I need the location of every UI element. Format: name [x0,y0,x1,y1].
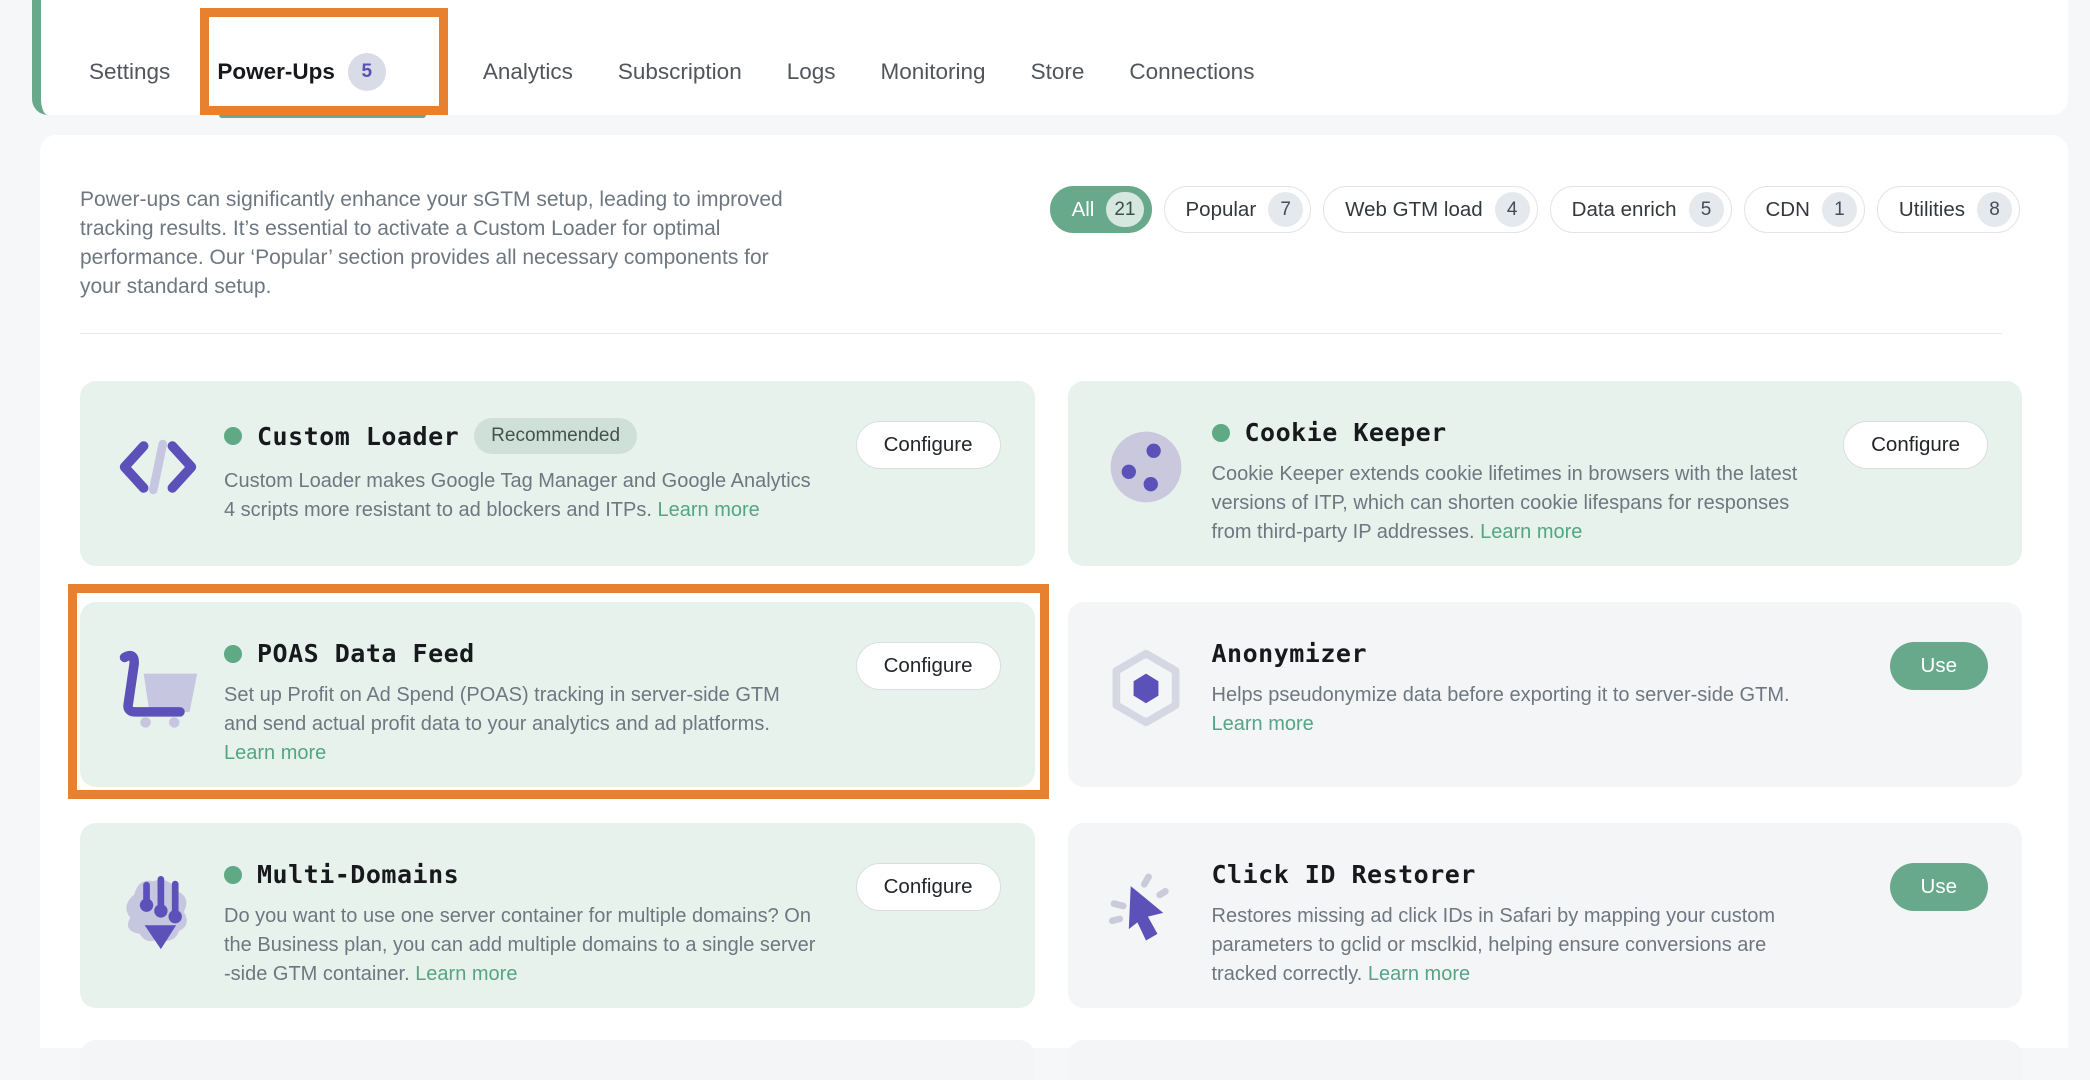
tab-logs[interactable]: Logs [787,59,836,85]
next-card-stub [80,1040,1035,1080]
filter-count-badge: 4 [1495,192,1530,227]
card-poas-data-feed: POAS Data Feed Set up Profit on Ad Spend… [80,602,1035,787]
filter-popular[interactable]: Popular 7 [1164,186,1312,233]
header-row: Power-ups can significantly enhance your… [80,185,2022,301]
learn-more-link-click-id-restorer[interactable]: Learn more [1368,963,1470,985]
tab-subscription[interactable]: Subscription [618,59,742,85]
filter-count-badge: 5 [1689,192,1724,227]
tab-settings[interactable]: Settings [89,59,170,85]
code-icon [110,419,206,515]
filter-label: Data enrich [1572,198,1677,222]
card-multi-domains: Multi-Domains Do you want to use one ser… [80,823,1035,1008]
power-up-title: Custom Loader [257,422,459,451]
filter-bar: All 21 Popular 7 Web GTM load 4 Data enr… [1050,186,2020,233]
power-up-title: POAS Data Feed [257,639,475,668]
card-anonymizer: Anonymizer Helps pseudonymize data befor… [1068,602,2023,787]
filter-utilities[interactable]: Utilities 8 [1877,186,2020,233]
tab-label: Monitoring [881,59,986,85]
filter-data-enrich[interactable]: Data enrich 5 [1550,186,1732,233]
next-row [80,1040,2022,1080]
power-up-description: Custom Loader makes Google Tag Manager a… [224,467,816,525]
filter-label: Popular [1186,198,1257,222]
card-custom-loader: Custom Loader Recommended Custom Loader … [80,381,1035,566]
configure-button-custom-loader[interactable]: Configure [856,421,1001,469]
tab-monitoring[interactable]: Monitoring [881,59,986,85]
configure-button-cookie-keeper[interactable]: Configure [1843,421,1988,469]
tab-connections[interactable]: Connections [1129,59,1254,85]
hexagon-icon [1098,640,1194,736]
filter-label: CDN [1766,198,1810,222]
card-click-id-restorer: Click ID Restorer Restores missing ad cl… [1068,823,2023,1008]
filter-cdn[interactable]: CDN 1 [1744,186,1865,233]
learn-more-link-anonymizer[interactable]: Learn more [1212,713,1314,735]
filter-count-badge: 7 [1268,192,1303,227]
card-cookie-keeper: Cookie Keeper Cookie Keeper extends cook… [1068,381,2023,566]
intro-text: Power-ups can significantly enhance your… [80,185,786,301]
learn-more-link-poas-data-feed[interactable]: Learn more [224,742,326,764]
content-card: Power-ups can significantly enhance your… [40,135,2068,1048]
filter-count-badge: 8 [1977,192,2012,227]
brain-icon [110,861,206,957]
filter-label: Web GTM load [1345,198,1482,222]
filter-label: All [1072,198,1095,222]
power-up-description: Set up Profit on Ad Spend (POAS) trackin… [224,681,816,768]
filter-label: Utilities [1899,198,1965,222]
learn-more-link-custom-loader[interactable]: Learn more [658,499,760,521]
power-up-description: Do you want to use one server container … [224,902,816,989]
filter-count-badge: 21 [1106,192,1143,227]
configure-button-multi-domains[interactable]: Configure [856,863,1001,911]
active-status-dot [224,645,242,663]
tab-label: Settings [89,59,170,85]
cart-icon [110,640,206,736]
tab-analytics[interactable]: Analytics [483,59,573,85]
tab-label: Logs [787,59,836,85]
tab-store[interactable]: Store [1031,59,1085,85]
tab-bar-card: Settings Power-Ups 5 Analytics Subscript… [32,0,2068,115]
use-button-anonymizer[interactable]: Use [1890,642,1988,690]
active-status-dot [224,866,242,884]
tab-count-badge: 5 [348,53,386,91]
power-up-description: Restores missing ad click IDs in Safari … [1212,902,1804,989]
tab-label: Connections [1129,59,1254,85]
next-card-stub [1068,1040,2023,1080]
divider [80,333,2002,334]
tab-power-ups[interactable]: Power-Ups 5 [217,53,386,91]
tab-label: Subscription [618,59,742,85]
filter-count-badge: 1 [1822,192,1857,227]
power-up-description: Cookie Keeper extends cookie lifetimes i… [1212,460,1804,547]
cookie-icon [1098,419,1194,515]
power-ups-grid: Custom Loader Recommended Custom Loader … [80,381,2022,1008]
power-up-description: Helps pseudonymize data before exporting… [1212,681,1804,739]
active-tab-underline [219,111,426,118]
configure-button-poas-data-feed[interactable]: Configure [856,642,1001,690]
filter-all[interactable]: All 21 [1050,186,1152,233]
recommended-badge: Recommended [474,418,637,454]
cursor-icon [1098,861,1194,957]
power-up-title: Anonymizer [1212,639,1368,668]
tab-label: Power-Ups [217,59,335,85]
learn-more-link-cookie-keeper[interactable]: Learn more [1480,521,1582,543]
learn-more-link-multi-domains[interactable]: Learn more [415,963,517,985]
tab-label: Store [1031,59,1085,85]
filter-web-gtm-load[interactable]: Web GTM load 4 [1323,186,1537,233]
active-status-dot [224,427,242,445]
active-status-dot [1212,424,1230,442]
use-button-click-id-restorer[interactable]: Use [1890,863,1988,911]
tab-label: Analytics [483,59,573,85]
tab-bar: Settings Power-Ups 5 Analytics Subscript… [89,53,1254,91]
power-up-title: Click ID Restorer [1212,860,1476,889]
power-up-title: Cookie Keeper [1245,418,1447,447]
power-up-title: Multi-Domains [257,860,459,889]
